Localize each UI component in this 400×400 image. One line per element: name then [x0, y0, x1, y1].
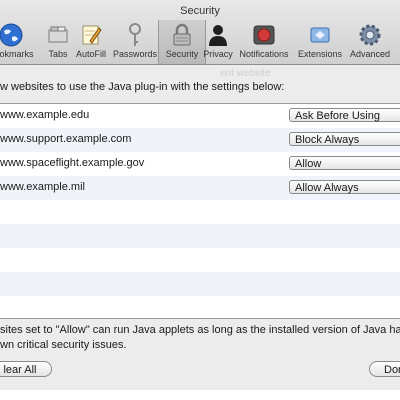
key-icon — [121, 22, 149, 48]
done-button[interactable]: Don — [369, 361, 400, 377]
tab-passwords[interactable]: Passwords — [112, 20, 158, 64]
empty-row — [0, 248, 400, 272]
explanation-note: sites set to "Allow" can run Java applet… — [0, 323, 400, 353]
intro-text: w websites to use the Java plug-in with … — [0, 81, 285, 93]
window-title: Security — [180, 5, 220, 17]
tab-label: Tabs — [48, 49, 68, 59]
website-settings-list: www.example.edu Ask Before Using www.sup… — [0, 103, 400, 319]
tab-label: AutoFill — [75, 49, 106, 59]
website-label: www.support.example.com — [0, 133, 132, 145]
notifications-icon — [250, 22, 278, 48]
tab-advanced[interactable]: Advanced — [347, 20, 393, 64]
tab-extensions[interactable]: Extensions — [297, 20, 343, 64]
tab-privacy[interactable]: Privacy — [195, 20, 241, 64]
tab-label: Bookmarks — [0, 49, 34, 59]
tab-label: Extensions — [297, 49, 343, 59]
java-setting-popup[interactable]: Allow — [289, 156, 400, 170]
website-label: www.example.edu — [0, 109, 90, 121]
list-item[interactable]: www.example.mil Allow Always — [0, 176, 400, 200]
tab-label: Security — [165, 49, 199, 59]
faint-background-text: ent website — [220, 68, 271, 79]
tab-autofill[interactable]: AutoFill — [68, 20, 114, 64]
globe-icon — [0, 22, 25, 48]
java-setting-popup[interactable]: Ask Before Using — [289, 108, 400, 122]
tab-label: Passwords — [112, 49, 157, 59]
java-setting-popup[interactable]: Block Always — [289, 132, 400, 146]
empty-row — [0, 272, 400, 296]
gear-icon — [356, 22, 384, 48]
title-bar: Security Bookmarks — [0, 0, 400, 65]
tab-label: Notifications — [239, 49, 289, 59]
note-line: sites set to "Allow" can run Java applet… — [0, 324, 400, 336]
note-line: wn critical security issues. — [0, 339, 127, 351]
list-item[interactable]: www.support.example.com Block Always — [0, 128, 400, 152]
website-label: www.spaceflight.example.gov — [0, 157, 145, 169]
autofill-pencil-icon — [77, 22, 105, 48]
clear-all-button[interactable]: lear All — [0, 361, 52, 377]
preferences-toolbar: Bookmarks Tabs — [0, 20, 400, 64]
empty-row — [0, 224, 400, 248]
window-bottom-edge — [0, 390, 400, 400]
list-item[interactable]: www.example.edu Ask Before Using — [0, 104, 400, 128]
privacy-silhouette-icon — [204, 22, 232, 48]
preferences-window: Security Bookmarks — [0, 0, 400, 400]
extensions-icon — [306, 22, 334, 48]
lock-icon — [168, 22, 196, 48]
tab-label: Advanced — [349, 49, 391, 59]
list-item[interactable]: www.spaceflight.example.gov Allow — [0, 152, 400, 176]
tab-notifications[interactable]: Notifications — [239, 20, 289, 64]
tab-bookmarks[interactable]: Bookmarks — [0, 20, 34, 64]
empty-row — [0, 200, 400, 224]
java-setting-popup[interactable]: Allow Always — [289, 180, 400, 194]
website-label: www.example.mil — [0, 181, 85, 193]
tab-label: Privacy — [203, 49, 233, 59]
empty-row — [0, 296, 400, 320]
